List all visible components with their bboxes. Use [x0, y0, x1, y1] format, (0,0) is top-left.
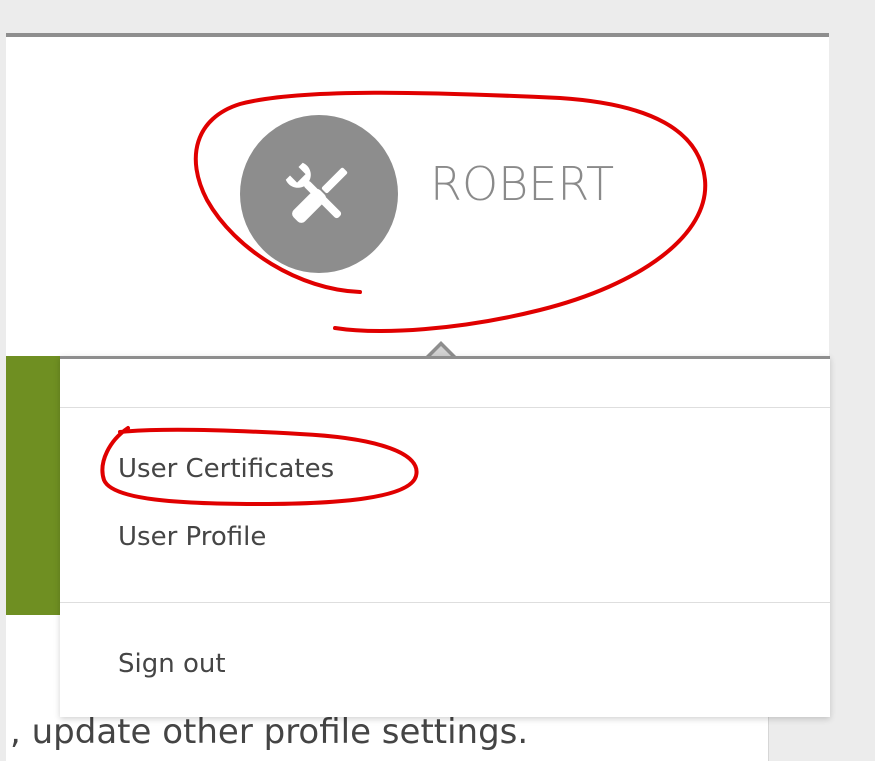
- menu-divider: [60, 407, 830, 408]
- menu-item-user-certificates[interactable]: User Certificates: [118, 454, 334, 484]
- user-dropdown-menu: User Certificates User Profile Sign out: [60, 356, 830, 717]
- user-menu-trigger[interactable]: ROBERT: [240, 115, 660, 275]
- menu-item-user-profile[interactable]: User Profile: [118, 522, 266, 552]
- avatar[interactable]: [240, 115, 398, 273]
- background-description-text: , update other profile settings.: [10, 712, 529, 752]
- menu-divider: [60, 602, 830, 603]
- menu-item-sign-out[interactable]: Sign out: [118, 649, 226, 679]
- username-label[interactable]: ROBERT: [430, 157, 614, 211]
- wrench-screwdriver-icon: [285, 162, 348, 223]
- accent-bar: [6, 356, 60, 615]
- screen: ROBERT , update other profile settings. …: [0, 0, 875, 761]
